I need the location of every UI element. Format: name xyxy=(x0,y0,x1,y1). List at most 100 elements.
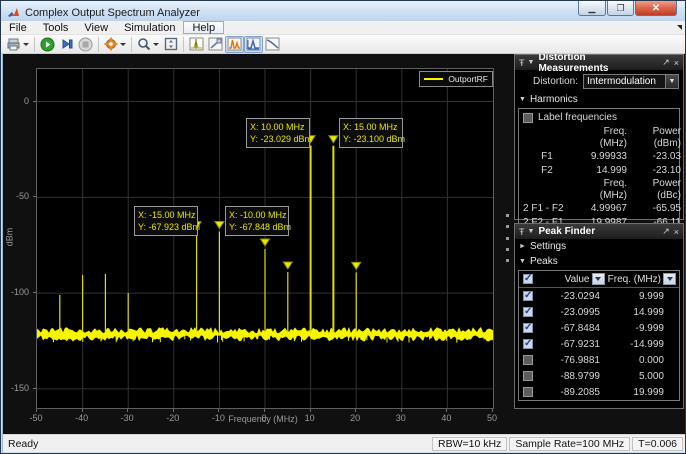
row-f1-power: -23.03 xyxy=(629,150,683,164)
data-cursor-plus10[interactable]: X: 10.00 MHz Y: -23.029 dBm xyxy=(246,118,310,148)
row-f2-label: F2 xyxy=(521,164,573,178)
combo-arrow-button[interactable]: ▼ xyxy=(665,75,678,88)
menu-tools[interactable]: Tools xyxy=(35,21,77,34)
window-title: Complex Output Spectrum Analyzer xyxy=(25,7,200,19)
freq-sort-button[interactable] xyxy=(663,273,676,285)
settings-section-toggle[interactable]: ► Settings xyxy=(515,239,683,254)
peak-checkbox[interactable] xyxy=(523,355,533,365)
peak-checkbox[interactable] xyxy=(523,371,533,381)
menu-help[interactable]: Help xyxy=(183,21,224,34)
x-tick-label: -40 xyxy=(67,413,97,423)
settings-section-label: Settings xyxy=(530,241,566,252)
harmonics-section-toggle[interactable]: ▼ Harmonics xyxy=(515,92,683,107)
title-bar[interactable]: Complex Output Spectrum Analyzer ▁ ❐ ✕ xyxy=(1,1,685,21)
peak-checkbox[interactable] xyxy=(523,339,533,349)
pin-icon[interactable]: Ŧ xyxy=(519,227,525,237)
peak-finder-button[interactable] xyxy=(244,36,263,53)
peak-checkbox[interactable] xyxy=(523,323,533,333)
peak-row: -67.9231-14.999 xyxy=(519,336,679,352)
label-frequencies-checkbox[interactable] xyxy=(523,113,533,123)
maximize-button[interactable]: ❐ xyxy=(607,1,634,16)
panel-splitter-handle[interactable] xyxy=(504,214,510,262)
ccdf-measurements-button[interactable] xyxy=(263,36,282,53)
row-f1-label: F1 xyxy=(521,150,573,164)
plot-area[interactable]: OutportRF X: -15.00 MHz Y: -67.923 dBm X… xyxy=(36,68,494,409)
figure-area: dBm Frequency (MHz) -50-40-30-20-1001020… xyxy=(3,54,685,434)
status-text: Ready xyxy=(3,438,432,450)
peak-value: -23.0294 xyxy=(533,291,614,302)
peak-value: -67.9231 xyxy=(533,339,614,350)
distortion-measurements-button[interactable] xyxy=(225,36,244,53)
ccdf-measurements-icon xyxy=(265,37,280,51)
distortion-panel-header[interactable]: Ŧ ▼ Distortion Measurements ↗ × xyxy=(515,55,683,70)
data-cursor-plus15[interactable]: X: 15.00 MHz Y: -23.100 dBm xyxy=(339,118,403,148)
x-tick-label: -10 xyxy=(203,413,233,423)
toolbar-separator xyxy=(98,37,99,52)
legend-label: OutportRF xyxy=(448,74,488,84)
pin-icon[interactable]: Ŧ xyxy=(519,58,525,68)
x-tick-label: 30 xyxy=(386,413,416,423)
toolbar-separator xyxy=(183,37,184,52)
configuration-button[interactable] xyxy=(102,36,128,53)
section-expand-icon: ► xyxy=(519,243,526,250)
stop-button[interactable] xyxy=(76,36,95,53)
close-panel-icon[interactable]: × xyxy=(674,227,679,237)
peaks-section-toggle[interactable]: ▼ Peaks xyxy=(515,254,683,269)
status-rbw: RBW=10 kHz xyxy=(432,437,507,451)
peak-freq: -14.999 xyxy=(614,339,676,350)
run-button[interactable] xyxy=(38,36,57,53)
toolbar-separator xyxy=(131,37,132,52)
distortion-type-select[interactable]: Intermodulation ▼ xyxy=(583,74,679,89)
y-tick-label: -150 xyxy=(3,383,29,393)
x-tick-label: -30 xyxy=(112,413,142,423)
section-collapse-icon: ▼ xyxy=(519,258,526,265)
row-f1-freq: 9.99933 xyxy=(573,150,629,164)
minimize-button[interactable]: ▁ xyxy=(578,1,606,16)
peak-checkbox[interactable] xyxy=(523,291,533,301)
close-button[interactable]: ✕ xyxy=(635,1,677,16)
peak-row: -88.97995.000 xyxy=(519,368,679,384)
peak-row: -23.099514.999 xyxy=(519,304,679,320)
distortion-measurements-panel: Ŧ ▼ Distortion Measurements ↗ × Distorti… xyxy=(514,54,684,220)
status-sample-rate: Sample Rate=100 MHz xyxy=(509,437,630,451)
x-tick-label: 10 xyxy=(295,413,325,423)
row-2f1f2-freq: 4.99967 xyxy=(573,202,629,216)
undock-icon[interactable]: ↗ xyxy=(662,226,670,237)
close-panel-icon[interactable]: × xyxy=(674,58,679,68)
col-power-dbm: Power (dBm) xyxy=(629,125,683,150)
dropdown-caret-icon xyxy=(153,43,159,46)
menu-file[interactable]: File xyxy=(1,21,35,34)
fit-to-view-button[interactable] xyxy=(161,36,180,53)
peaks-table: Value Freq. (MHz) -23.02949.999-23.09951… xyxy=(518,270,680,401)
menu-view[interactable]: View xyxy=(76,21,116,34)
menu-bar: File Tools View Simulation Help xyxy=(1,21,685,35)
status-time: T=0.006 xyxy=(632,437,683,451)
col-value: Value xyxy=(533,274,590,285)
step-forward-button[interactable] xyxy=(57,36,76,53)
undock-icon[interactable]: ↗ xyxy=(662,57,670,68)
zoom-button[interactable] xyxy=(135,36,161,53)
x-tick-label: 0 xyxy=(249,413,279,423)
y-tick-label: -50 xyxy=(3,191,29,201)
signal-statistics-button[interactable] xyxy=(206,36,225,53)
legend[interactable]: OutportRF xyxy=(419,71,493,87)
peak-checkbox[interactable] xyxy=(523,387,533,397)
export-button[interactable] xyxy=(5,36,31,53)
collapse-icon[interactable]: ▼ xyxy=(528,228,535,235)
y-tick-label: 0 xyxy=(3,96,29,106)
distortion-table: Freq. (MHz) Power (dBm) F1 9.99933 -23.0… xyxy=(519,125,679,232)
cursor-measurements-button[interactable] xyxy=(187,36,206,53)
data-cursor-minus15[interactable]: X: -15.00 MHz Y: -67.923 dBm xyxy=(134,206,198,236)
peak-finder-panel-header[interactable]: Ŧ ▼ Peak Finder ↗ × xyxy=(515,224,683,239)
overflow-chevron-icon xyxy=(677,25,682,30)
printer-icon xyxy=(7,38,21,51)
data-cursor-minus10[interactable]: X: -10.00 MHz Y: -67.848 dBm xyxy=(225,206,289,236)
row-f2-freq: 14.999 xyxy=(573,164,629,178)
select-all-checkbox[interactable] xyxy=(523,274,533,284)
collapse-icon[interactable]: ▼ xyxy=(528,59,535,66)
value-sort-button[interactable] xyxy=(592,273,605,285)
menu-simulation[interactable]: Simulation xyxy=(116,21,183,34)
status-bar: Ready RBW=10 kHz Sample Rate=100 MHz T=0… xyxy=(3,434,685,452)
peak-checkbox[interactable] xyxy=(523,307,533,317)
cursor-y-value: Y: -67.923 dBm xyxy=(138,221,194,233)
